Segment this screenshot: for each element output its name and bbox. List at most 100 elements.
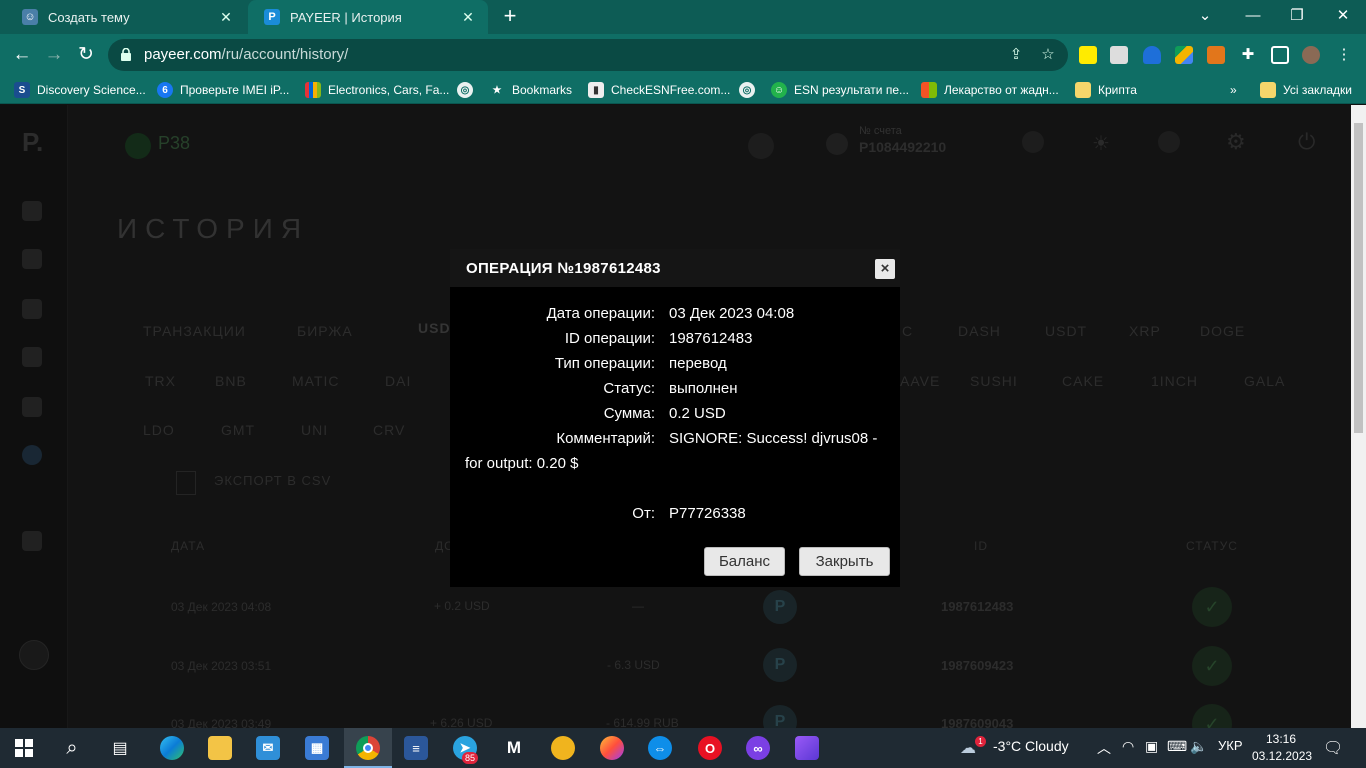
windows-start-icon[interactable] xyxy=(12,736,36,760)
comment-value: SIGNORE: Success! djvrus08 - xyxy=(669,430,878,447)
file-explorer-icon[interactable] xyxy=(208,736,232,760)
from-label: От: xyxy=(632,505,655,522)
close-tab-icon[interactable]: ✕ xyxy=(460,9,476,26)
bookmark-item[interactable]: ☺ ESN результати пе... xyxy=(771,81,909,99)
bookmark-item[interactable]: Electronics, Cars, Fa... xyxy=(305,81,449,99)
close-button[interactable]: Закрыть xyxy=(799,547,890,576)
game-app-icon[interactable]: ∞ xyxy=(746,736,770,760)
bookmark-item[interactable]: ★ Bookmarks xyxy=(489,81,573,99)
field-label: Тип операции: xyxy=(554,355,655,372)
clipchamp-icon[interactable] xyxy=(795,736,819,760)
forum-favicon-icon: ☺ xyxy=(22,9,38,25)
bookmark-item[interactable]: ◎ xyxy=(457,81,480,99)
vpn-app-icon[interactable] xyxy=(551,736,575,760)
field-value: 03 Дек 2023 04:08 xyxy=(669,305,795,322)
telegram-badge: 85 xyxy=(462,752,479,764)
printer-extension-icon[interactable] xyxy=(1110,46,1128,64)
lock-icon[interactable] xyxy=(120,48,132,61)
shield-extension-icon[interactable] xyxy=(1143,46,1161,64)
tab-payeer-history[interactable]: P PAYEER | История ✕ xyxy=(248,0,488,34)
scrollbar-thumb[interactable] xyxy=(1354,123,1363,433)
meet-now-icon[interactable]: ▣ xyxy=(1145,738,1158,755)
field-value: выполнен xyxy=(669,380,738,397)
chrome-taskbar-item[interactable] xyxy=(344,728,392,768)
reload-icon[interactable]: ↻ xyxy=(74,43,98,67)
bookmark-item[interactable]: Лекарство от жадн... xyxy=(921,81,1059,99)
show-hidden-icons[interactable]: ︿ xyxy=(1097,738,1111,758)
bookmark-folder[interactable]: Крипта xyxy=(1075,81,1137,99)
comment-continuation: for output: 0.20 $ xyxy=(465,455,579,472)
volume-icon[interactable]: 🔈 xyxy=(1190,738,1207,755)
field-label: ID операции: xyxy=(564,330,655,347)
share-icon[interactable]: ⇪ xyxy=(1006,45,1026,65)
word-document-icon[interactable]: ≡ xyxy=(404,736,428,760)
language-indicator[interactable]: УКР xyxy=(1218,738,1243,753)
bookmark-item[interactable]: S Discovery Science... xyxy=(14,81,146,99)
extension-icon[interactable] xyxy=(1079,46,1097,64)
minimize-button[interactable]: — xyxy=(1238,4,1268,28)
profile-avatar[interactable] xyxy=(1302,46,1320,64)
new-tab-button[interactable]: + xyxy=(498,4,522,28)
notifications-icon[interactable]: 🗨 xyxy=(1323,738,1343,758)
input-icon[interactable]: ⌨ xyxy=(1167,738,1187,755)
weather-text[interactable]: -3°C Cloudy xyxy=(993,738,1069,754)
url-text[interactable]: payeer.com/ru/account/history/ xyxy=(144,46,348,63)
bookmarks-bar: S Discovery Science... 6 Проверьте IMEI iP… xyxy=(0,76,1366,104)
google-drive-icon[interactable] xyxy=(1175,46,1193,64)
site-icon: 6 xyxy=(157,82,173,98)
folder-icon xyxy=(1075,82,1091,98)
weather-alert-badge: 1 xyxy=(975,736,986,747)
modal-header: ОПЕРАЦИЯ №1987612483 × xyxy=(450,249,900,287)
metamask-fox-icon[interactable] xyxy=(1207,46,1225,64)
bookmark-item[interactable]: ▮ CheckESNFree.com... xyxy=(588,81,730,99)
close-window-button[interactable]: ✕ xyxy=(1328,4,1358,28)
field-label: Дата операции: xyxy=(546,305,655,322)
site-icon: S xyxy=(14,82,30,98)
field-label: Комментарий: xyxy=(556,430,655,447)
field-label: Статус: xyxy=(603,380,655,397)
tab-create-topic[interactable]: ☺ Создать тему ✕ xyxy=(6,0,246,34)
close-tab-icon[interactable]: ✕ xyxy=(218,9,234,26)
weather-cloud-icon[interactable]: ☁ xyxy=(960,738,976,758)
mail-icon[interactable]: ✉ xyxy=(256,736,280,760)
address-bar[interactable]: payeer.com/ru/account/history/ ⇪ ☆ xyxy=(108,39,1068,71)
menu-dots-icon[interactable]: ⋮ xyxy=(1334,45,1354,65)
windows-taskbar: ⌕ ▤ ✉ ▦ ≡ ➤ 85 M ⇔ O ∞ ☁ 1 -3°C Cloudy ︿… xyxy=(0,728,1366,768)
field-value: перевод xyxy=(669,355,727,372)
from-value: P77726338 xyxy=(669,505,746,522)
phone-icon: ▮ xyxy=(588,82,604,98)
bookmark-star-icon[interactable]: ☆ xyxy=(1038,45,1058,65)
edge-browser-icon[interactable] xyxy=(160,736,184,760)
all-bookmarks-folder[interactable]: Усі закладки xyxy=(1260,81,1352,99)
forward-arrow-icon[interactable]: → xyxy=(42,43,66,67)
balance-button[interactable]: Баланс xyxy=(704,547,785,576)
maximize-button[interactable]: ❐ xyxy=(1282,4,1312,28)
modal-close-icon[interactable]: × xyxy=(875,259,895,279)
clock-time[interactable]: 13:16 xyxy=(1266,732,1296,746)
bookmark-item[interactable]: ◎ xyxy=(739,81,762,99)
tab-search-icon[interactable]: ⌄ xyxy=(1190,4,1220,28)
extensions-puzzle-icon[interactable]: ✚ xyxy=(1238,45,1258,65)
teamviewer-icon[interactable]: ⇔ xyxy=(648,736,672,760)
network-icon[interactable]: ◠ xyxy=(1122,738,1134,755)
side-panel-icon[interactable] xyxy=(1271,46,1289,64)
store-icon[interactable]: ▦ xyxy=(305,736,329,760)
bookmark-item[interactable]: 6 Проверьте IMEI iP... xyxy=(157,81,289,99)
more-bookmarks-button[interactable]: » xyxy=(1230,81,1237,99)
m-app-icon[interactable]: M xyxy=(502,736,526,760)
globe-icon: ◎ xyxy=(739,82,755,98)
opera-icon[interactable]: O xyxy=(698,736,722,760)
search-icon[interactable]: ⌕ xyxy=(60,736,84,760)
ebay-icon xyxy=(305,82,321,98)
browser-tab-strip: ☺ Создать тему ✕ P PAYEER | История ✕ + … xyxy=(0,0,1366,34)
firefox-icon[interactable] xyxy=(600,736,624,760)
esn-icon: ☺ xyxy=(771,82,787,98)
globe-icon: ◎ xyxy=(457,82,473,98)
field-value: 0.2 USD xyxy=(669,405,726,422)
task-view-icon[interactable]: ▤ xyxy=(108,736,132,760)
tab-title: Создать тему xyxy=(48,9,130,25)
back-arrow-icon[interactable]: ← xyxy=(10,43,34,67)
page-scrollbar[interactable] xyxy=(1351,105,1366,728)
clock-date[interactable]: 03.12.2023 xyxy=(1252,749,1312,763)
microsoft-icon xyxy=(921,82,937,98)
